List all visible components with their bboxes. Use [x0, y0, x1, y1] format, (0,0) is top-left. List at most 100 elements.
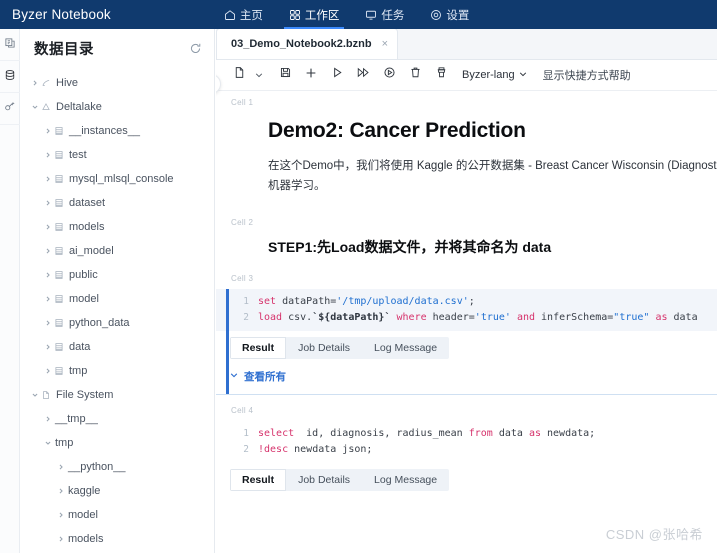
chevron-right-icon[interactable]	[41, 248, 54, 254]
line-number: 1	[243, 295, 249, 307]
tree-node[interactable]: models	[20, 215, 214, 239]
result-tab-log-message[interactable]: Log Message	[362, 469, 449, 491]
markdown-body: STEP1:先Load数据文件，并将其命名为 data	[216, 237, 717, 257]
run-cell-button[interactable]	[324, 62, 350, 88]
tree-node[interactable]: dataset	[20, 191, 214, 215]
close-icon[interactable]: ×	[382, 38, 388, 50]
result-tab-job-details[interactable]: Job Details	[286, 337, 362, 359]
rail-item-data-catalog[interactable]	[0, 61, 20, 93]
tree-node[interactable]: models	[20, 527, 214, 551]
notebook-cell-4[interactable]: Cell 4 1 2 select id, diagnosis, radius_…	[216, 399, 717, 491]
chevron-right-icon[interactable]	[54, 488, 67, 494]
chevron-right-icon[interactable]	[41, 128, 54, 134]
code-cell-container[interactable]: 1 2 select id, diagnosis, radius_mean fr…	[216, 420, 717, 491]
chevron-right-icon[interactable]	[41, 368, 54, 374]
editor-tab-notebook[interactable]: 03_Demo_Notebook2.bznb ×	[216, 29, 399, 59]
chevron-right-icon[interactable]	[54, 536, 67, 542]
nav-item-home[interactable]: 主页	[211, 0, 276, 29]
tree-node[interactable]: File System	[20, 383, 214, 407]
tree-node[interactable]: model	[20, 503, 214, 527]
tree-node-label: kaggle	[68, 485, 101, 497]
tree-node[interactable]: Hive	[20, 71, 214, 95]
shortcut-help-link[interactable]: 显示快捷方式帮助	[543, 67, 631, 83]
sidebar-title: 数据目录	[34, 41, 94, 58]
chevron-down-icon	[519, 69, 527, 81]
chevron-down-icon[interactable]	[28, 392, 41, 398]
tree-node-label: __python__	[68, 461, 126, 473]
tree-node[interactable]: data	[20, 335, 214, 359]
tree-node[interactable]: python_data	[20, 311, 214, 335]
chevron-right-icon[interactable]	[41, 224, 54, 230]
language-selector-label: Byzer-lang	[462, 69, 515, 81]
refresh-icon[interactable]	[189, 42, 202, 55]
result-tab-result[interactable]: Result	[230, 336, 287, 359]
tree-node[interactable]: __instances__	[20, 119, 214, 143]
clear-output-button[interactable]	[428, 62, 454, 88]
tree-node-label: models	[68, 533, 104, 545]
run-from-here-button[interactable]	[376, 62, 402, 88]
code-cell-container[interactable]: 1 2 set dataPath='/tmp/upload/data.csv';…	[216, 288, 717, 395]
nav-item-settings-label: 设置	[446, 9, 470, 22]
rail-item-credentials[interactable]	[0, 93, 20, 125]
line-number: 1	[243, 427, 249, 439]
result-tab-job-details[interactable]: Job Details	[286, 469, 362, 491]
nav-item-tasks[interactable]: 任务	[352, 0, 417, 29]
chevron-down-icon[interactable]	[41, 440, 54, 446]
language-selector[interactable]: Byzer-lang	[462, 69, 527, 81]
tree-node[interactable]: mysql_mlsql_console	[20, 167, 214, 191]
line-number: 2	[243, 311, 249, 323]
home-icon	[224, 9, 236, 21]
intro-paragraph-line-2: 机器学习。	[268, 179, 326, 192]
result-tab-log-message[interactable]: Log Message	[362, 337, 449, 359]
table-icon	[54, 222, 68, 232]
tree-node[interactable]: Deltalake	[20, 95, 214, 119]
tree-node-label: __instances__	[69, 125, 140, 137]
code-editor[interactable]: 1 2 set dataPath='/tmp/upload/data.csv';…	[216, 288, 717, 331]
chevron-right-icon[interactable]	[54, 464, 67, 470]
editor-tab-strip: 03_Demo_Notebook2.bznb ×	[216, 29, 717, 60]
notebook-cell-2[interactable]: Cell 2 STEP1:先Load数据文件，并将其命名为 data	[216, 211, 717, 257]
tree-node[interactable]: tmp	[20, 359, 214, 383]
notebook-cell-1[interactable]: Cell 1 Demo2: Cancer Prediction 在这个Demo中…	[216, 91, 717, 197]
tree-node-label: File System	[56, 389, 114, 401]
tree-node[interactable]: __python__	[20, 455, 214, 479]
chevron-right-icon[interactable]	[28, 80, 41, 86]
add-cell-button[interactable]	[298, 62, 324, 88]
chevron-down-icon[interactable]	[28, 104, 41, 110]
chevron-right-icon[interactable]	[41, 416, 54, 422]
tree-node[interactable]: model	[20, 287, 214, 311]
nav-item-workspace[interactable]: 工作区	[276, 0, 353, 29]
table-icon	[54, 126, 68, 136]
new-file-dropdown-caret[interactable]	[252, 71, 266, 79]
nav-item-settings[interactable]: 设置	[417, 0, 482, 29]
chevron-right-icon[interactable]	[41, 176, 54, 182]
tree-node[interactable]: __tmp__	[20, 407, 214, 431]
chevron-right-icon[interactable]	[41, 320, 54, 326]
new-file-button[interactable]	[226, 62, 252, 88]
chevron-right-icon[interactable]	[41, 272, 54, 278]
catalog-tree: Hive Deltalake __instances__test mysql_mlsq…	[20, 67, 214, 551]
tree-node-label: data	[69, 341, 91, 353]
view-all-toggle[interactable]: 查看所有	[216, 359, 717, 394]
save-button[interactable]	[272, 62, 298, 88]
tree-node[interactable]: public	[20, 263, 214, 287]
chevron-right-icon[interactable]	[41, 152, 54, 158]
nav-item-tasks-label: 任务	[381, 9, 405, 22]
chevron-right-icon[interactable]	[41, 344, 54, 350]
run-all-button[interactable]	[350, 62, 376, 88]
tree-node[interactable]: test	[20, 143, 214, 167]
cell-label: Cell 1	[231, 98, 254, 107]
rail-item-notebook[interactable]	[0, 29, 20, 61]
delete-cell-button[interactable]	[402, 62, 428, 88]
code-editor[interactable]: 1 2 select id, diagnosis, radius_mean fr…	[216, 420, 717, 463]
tree-node[interactable]: tmp	[20, 431, 214, 455]
result-tab-result[interactable]: Result	[230, 468, 287, 491]
editor-tab-label: 03_Demo_Notebook2.bznb	[231, 38, 372, 50]
intro-paragraph-line-1: 在这个Demo中，我们将使用 Kaggle 的公开数据集 - Breast Ca…	[268, 160, 717, 172]
chevron-right-icon[interactable]	[41, 296, 54, 302]
notebook-cell-3[interactable]: Cell 3 1 2 set dataPath='/tmp/upload/dat…	[216, 267, 717, 395]
tree-node[interactable]: kaggle	[20, 479, 214, 503]
tree-node[interactable]: ai_model	[20, 239, 214, 263]
chevron-right-icon[interactable]	[54, 512, 67, 518]
chevron-right-icon[interactable]	[41, 200, 54, 206]
